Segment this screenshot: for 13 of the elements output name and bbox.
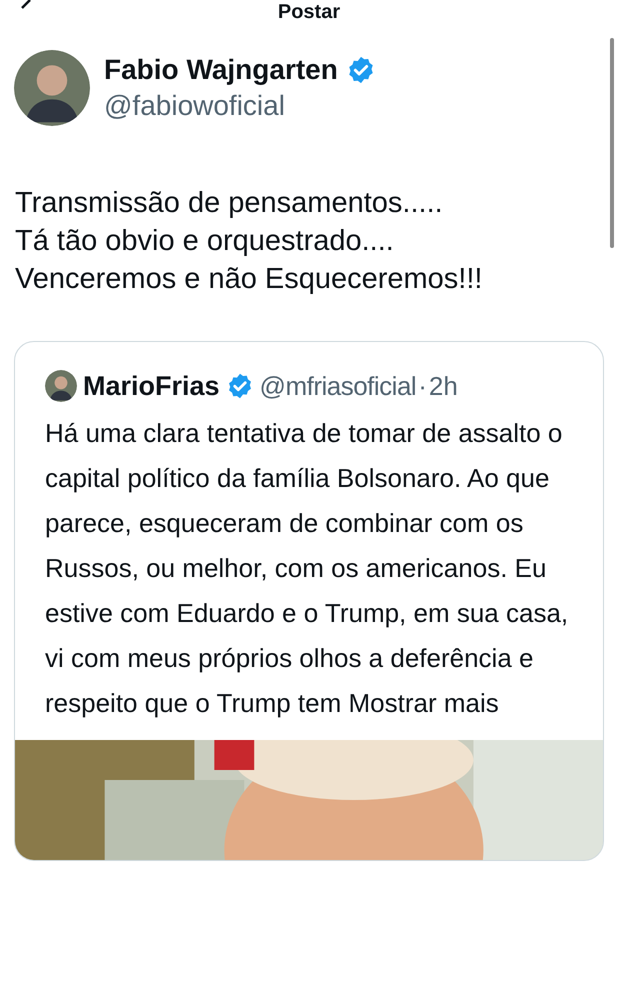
quote-card[interactable] bbox=[14, 341, 604, 860]
avatar-icon[interactable] bbox=[14, 50, 90, 126]
quote-author-name[interactable]: MarioFrias bbox=[83, 366, 220, 406]
separator: · bbox=[418, 370, 427, 403]
header-title: Postar bbox=[278, 2, 340, 22]
avatar-icon[interactable] bbox=[45, 370, 77, 402]
show-more-link[interactable]: Mostrar mais bbox=[348, 688, 499, 718]
author-name[interactable]: Fabio Wajngarten bbox=[104, 52, 338, 88]
quote-text: Há uma clara tentativa de tomar de assalto o capital político da família Bolsonaro. Ao que parece, esqueceram de combinar com os Russos, ou melhor, com os americanos. Eu estive com Eduardo e o Trump, em sua casa, vi com meus próprios olhos a deferência e respeito que o Trump tem Mostrar mais bbox=[44, 416, 570, 720]
quote-time: 2h bbox=[428, 370, 458, 403]
quote-author-handle[interactable]: @mfriasoficial bbox=[260, 366, 416, 406]
post-text: Transmissão de pensamentos..... Tá tão obvio e orquestrado.... Venceremos e não Esqueceremos!!! bbox=[14, 186, 484, 297]
author-handle[interactable]: @fabiowoficial bbox=[104, 88, 376, 124]
